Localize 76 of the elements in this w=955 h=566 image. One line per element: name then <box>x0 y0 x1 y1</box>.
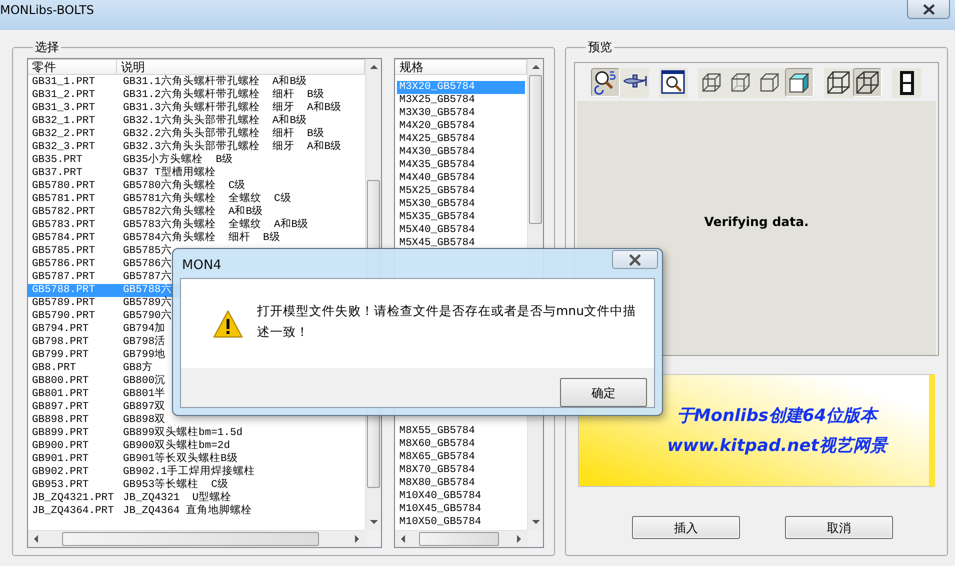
part-name: GB5784.PRT <box>31 232 96 245</box>
part-name: GB5782.PRT <box>31 206 96 219</box>
part-description: GB800沉 <box>122 375 166 387</box>
part-description: GB953等长螺柱 C级 <box>122 479 228 491</box>
part-name: GB5786.PRT <box>31 258 96 271</box>
part-name: GB5780.PRT <box>31 180 96 193</box>
part-description: GB5790六 <box>122 310 172 322</box>
part-name: JB_ZQ4364.PRT <box>31 505 115 518</box>
part-description: GB37 T型槽用螺栓 <box>122 167 216 179</box>
dialog-title: MON4 <box>182 257 222 275</box>
part-description: GB5785六 <box>122 245 172 257</box>
part-name: GB5785.PRT <box>31 245 96 258</box>
part-name: GB902.PRT <box>31 466 90 479</box>
part-description: GB5782六角头螺栓 A和B级 <box>122 206 264 218</box>
part-name: GB798.PRT <box>31 336 90 349</box>
group-label: 选择 <box>34 40 60 54</box>
part-name: GB32_1.PRT <box>31 115 96 128</box>
part-name: GB5781.PRT <box>31 193 96 206</box>
part-description: GB31.1六角头螺杆带孔螺栓 A和B级 <box>122 76 308 88</box>
part-description: GB5780六角头螺栓 C级 <box>122 180 246 192</box>
part-description: GB5788六 <box>122 284 172 296</box>
part-description: GB899双头螺柱bm=1.5d <box>122 427 243 439</box>
group-label: 预览 <box>587 40 613 54</box>
part-description: GB32.3六角头头部带孔螺栓 细牙 A和B级 <box>122 141 342 153</box>
window-title: MONLibs-BOLTS <box>0 2 94 19</box>
banner-text: www.kitpad.net视艺网景 <box>667 436 887 456</box>
part-name: GB899.PRT <box>31 427 90 440</box>
part-description: GB32.1六角头头部带孔螺栓 A和B级 <box>122 115 308 127</box>
part-description: GB8方 <box>122 362 153 375</box>
part-name: GB35.PRT <box>31 154 84 167</box>
part-description: GB798活 <box>122 336 166 348</box>
part-name: GB31_3.PRT <box>31 102 96 115</box>
part-description: JB_ZQ4364 直角地脚螺栓 <box>122 505 252 518</box>
dialog-message: 打开模型文件失败！请检查文件是否存在或者是否与mnu文件中描述一致！ <box>257 302 638 340</box>
part-description: GB31.2六角头螺杆带孔螺栓 细杆 B级 <box>122 89 324 101</box>
part-description: GB794加 <box>122 323 166 336</box>
part-name: GB898.PRT <box>31 414 90 427</box>
part-description: GB901等长双头螺柱B级 <box>122 453 238 465</box>
part-name: GB5788.PRT <box>31 284 96 297</box>
part-name: GB5790.PRT <box>31 310 96 323</box>
banner-text: 于Monlibs创建64位版本 <box>676 406 878 426</box>
part-name: GB897.PRT <box>31 401 90 414</box>
part-description: GB31.3六角头螺杆带孔螺栓 细牙 A和B级 <box>122 102 342 114</box>
part-name: GB901.PRT <box>31 453 90 466</box>
part-description: GB5787六 <box>122 271 172 284</box>
part-description: JB_ZQ4321 U型螺栓 <box>122 492 232 504</box>
part-name: GB801.PRT <box>31 388 90 401</box>
part-name: GB800.PRT <box>31 375 90 388</box>
part-name: GB900.PRT <box>31 440 90 453</box>
part-name: GB31_1.PRT <box>31 76 96 89</box>
part-description: GB898双 <box>122 414 166 426</box>
part-name: GB799.PRT <box>31 349 90 362</box>
part-description: GB35小方头螺栓 B级 <box>122 154 234 166</box>
part-description: GB900双头螺柱bm=2d <box>122 440 230 452</box>
part-description: GB5786六 <box>122 258 172 270</box>
part-description: GB5789六 <box>122 297 172 309</box>
part-description: GB799地 <box>122 349 166 361</box>
part-name: GB5787.PRT <box>31 271 96 284</box>
part-description: GB801半 <box>122 388 166 400</box>
part-name: GB794.PRT <box>31 323 90 336</box>
part-description: GB5781六角头螺栓 全螺纹 C级 <box>122 193 292 205</box>
part-name: GB32_2.PRT <box>31 128 96 141</box>
part-description: GB902.1手工焊用焊接螺柱 <box>122 466 256 478</box>
part-name: GB953.PRT <box>31 479 90 492</box>
part-description: GB897双 <box>122 401 166 414</box>
part-name: JB_ZQ4321.PRT <box>31 492 115 505</box>
part-name: GB5783.PRT <box>31 219 96 232</box>
status-text: Verifying data. <box>704 212 809 231</box>
part-description: GB32.2六角头头部带孔螺栓 细杆 B级 <box>122 128 324 140</box>
part-name: GB5789.PRT <box>31 297 96 310</box>
part-description: GB5783六角头螺栓 全螺纹 A和B级 <box>122 219 309 231</box>
part-name: GB37.PRT <box>31 167 84 180</box>
part-description: GB5784六角头螺栓 细杆 B级 <box>122 232 280 244</box>
part-name: GB32_3.PRT <box>31 141 96 154</box>
part-name: GB31_2.PRT <box>31 89 96 102</box>
part-name: GB8.PRT <box>31 362 78 375</box>
